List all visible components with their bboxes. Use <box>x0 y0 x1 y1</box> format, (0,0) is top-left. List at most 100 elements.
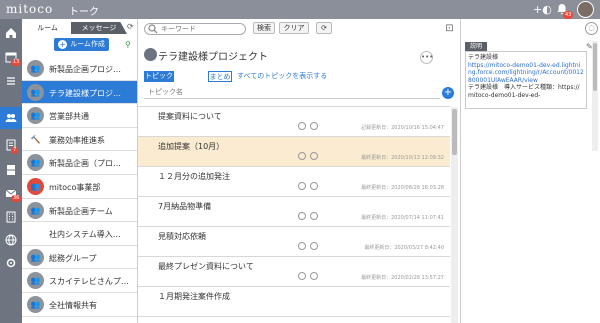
topic-row[interactable]: １２月分の追加発注最終更新日：2020/08/26 16:03:28 <box>138 167 450 197</box>
edit-topic-icon[interactable] <box>298 242 306 250</box>
delete-topic-icon[interactable] <box>310 152 318 160</box>
topic-name-input[interactable] <box>144 87 440 99</box>
panel-scrollbar-thumb[interactable] <box>593 43 597 91</box>
room-avatar-icon: 👥 <box>27 248 44 266</box>
settings-icon[interactable] <box>5 257 17 269</box>
room-item[interactable]: 👥 新製品企画プロジ… <box>22 57 137 81</box>
topic-name: 7月納品物準備 <box>158 202 212 211</box>
room-name: 営業部共通 <box>49 112 89 122</box>
home-icon[interactable] <box>5 27 17 39</box>
show-all-topics-link[interactable]: すべてのトピックを表示する <box>237 71 347 82</box>
description-text: テラ建設様 <box>468 54 499 61</box>
topic-row[interactable]: 7月納品物準備最終更新日：2020/07/14 11:07:41 <box>138 197 450 227</box>
add-topic-button[interactable]: + <box>442 87 454 99</box>
add-user-icon[interactable]: +◐ <box>533 3 552 17</box>
edit-topic-icon[interactable] <box>298 212 306 220</box>
description-box: テラ建設様 https://mitoco-demo01-dev-ed.lightn… <box>465 51 587 109</box>
room-item[interactable]: 🔨 業務効率推進系 <box>22 128 137 152</box>
topic-row[interactable]: 最終プレゼン資料について最終更新日：2020/02/28 13:57:27 <box>138 257 450 287</box>
room-avatar-icon: 👥 <box>27 107 44 125</box>
room-list: 👥 新製品企画プロジ… 👥 テラ建設様プロジ… 👥 営業部共通 🔨 業務効率推進系 👥 新製品企画… <box>22 57 137 317</box>
topic-scrollbar-thumb[interactable] <box>452 109 457 155</box>
todo-icon[interactable] <box>5 75 17 87</box>
delete-topic-icon[interactable] <box>310 212 318 220</box>
room-item[interactable]: 👥 新製品企画チーム <box>22 199 137 223</box>
globe-icon[interactable] <box>5 234 17 246</box>
tab-room[interactable]: ルーム <box>24 22 71 34</box>
room-name: テラ建設様プロジ… <box>49 88 121 98</box>
delete-topic-icon[interactable] <box>310 182 318 190</box>
room-item[interactable]: 👥 営業部共通 <box>22 104 137 128</box>
room-avatar-icon: 👥 <box>27 154 44 172</box>
plus-icon: + <box>58 40 68 49</box>
edit-topic-icon[interactable] <box>298 182 306 190</box>
tab-summary[interactable]: まとめ <box>208 71 232 82</box>
topic-row[interactable]: 提案資料について 記録更新日：2020/10/16 15:04:47 <box>138 107 450 137</box>
topic-name: １２月分の追加発注 <box>158 172 230 181</box>
delete-topic-icon[interactable] <box>310 272 318 280</box>
delete-topic-icon[interactable] <box>310 122 318 130</box>
edit-topic-icon[interactable] <box>298 272 306 280</box>
refresh-icon[interactable]: ⟳ <box>127 22 134 31</box>
room-avatar-icon: 👥 <box>27 177 44 195</box>
room-name: 新製品企画チーム <box>49 206 113 216</box>
topic-row[interactable]: 見積対応依頼 最終更新日：2020/03/27 8:42:40 <box>138 227 450 257</box>
room-name: 業務効率推進系 <box>49 135 105 145</box>
room-avatar-icon: 🔨 <box>27 130 44 148</box>
edit-topic-icon[interactable] <box>298 122 306 130</box>
search-input[interactable] <box>144 23 246 35</box>
more-options-icon[interactable]: ••• <box>420 51 433 64</box>
topic-updated-date: 最終更新日：2020/08/26 16:03:28 <box>361 185 444 191</box>
topic-name: 最終プレゼン資料について <box>158 262 254 271</box>
topic-name: 追加提案（10月） <box>158 142 225 151</box>
project-icon <box>144 48 157 61</box>
tab-message[interactable]: メッセージ <box>71 22 127 34</box>
app-root: mitoco トーク +◐ 43 13 7 36 ルーム メッセージ ⟳ + ル… <box>0 0 600 323</box>
room-item[interactable]: 👥 全社情報共有 <box>22 293 137 317</box>
topic-updated-date: 最終更新日：2020/02/28 13:57:27 <box>361 275 444 281</box>
room-item[interactable]: 👥 新製品企画（プロ… <box>22 151 137 175</box>
tab-topic[interactable]: トピック <box>144 71 174 82</box>
top-bar: mitoco トーク +◐ 43 <box>0 0 600 19</box>
sidebar-tabs: ルーム メッセージ <box>22 22 138 34</box>
room-name: 新製品企画プロジ… <box>49 65 121 74</box>
room-item[interactable]: ✏ 社内システム導入… <box>22 222 137 246</box>
topic-row[interactable]: 追加提案（10月） 最終更新日：2020/10/13 12:09:32 <box>138 137 450 167</box>
note-badge: 7 <box>11 147 19 154</box>
close-panel-icon[interactable]: ◌ <box>585 22 598 35</box>
main-pane: 検索 クリア ⟳ ⊡ テラ建設様プロジェクト ••• トピック まとめ すべての… <box>138 19 460 323</box>
room-name: 社内システム導入… <box>49 230 121 240</box>
description-tab[interactable]: 説明 <box>465 42 487 51</box>
mail-badge: 36 <box>11 195 22 202</box>
room-item[interactable]: 👥 スカイテレビさんプ… <box>22 269 137 293</box>
topic-row[interactable]: １月期発注案件作成 <box>138 287 450 317</box>
room-item[interactable]: 👥 mitoco事業部 <box>22 175 137 199</box>
topic-name: 提案資料について <box>158 112 222 121</box>
room-name: mitoco事業部 <box>49 182 101 192</box>
room-name: スカイテレビさんプ… <box>49 277 129 287</box>
building-icon[interactable] <box>5 211 17 223</box>
room-avatar-icon: 👥 <box>27 60 44 77</box>
calendar-badge: 13 <box>11 59 22 66</box>
panel-toggle-icon[interactable]: ⊡ <box>443 22 456 35</box>
room-sidebar: ルーム メッセージ ⟳ + ルーム作成 ⚲ 👥 新製品企画プロジ… 👥 テラ建設様プロジ… <box>22 19 138 323</box>
paperclip-icon[interactable]: ⚲ <box>125 40 131 49</box>
topic-updated-date: 最終更新日：2020/10/13 12:09:32 <box>361 155 444 161</box>
cabinet-icon[interactable] <box>5 164 17 176</box>
delete-topic-icon[interactable] <box>310 242 318 250</box>
room-item[interactable]: 👥 総務グループ <box>22 246 137 270</box>
clear-button[interactable]: クリア <box>279 22 309 34</box>
reload-button[interactable]: ⟳ <box>316 22 332 34</box>
create-room-button[interactable]: + ルーム作成 <box>54 38 109 51</box>
room-name: 総務グループ <box>49 253 97 263</box>
topic-list: 提案資料について 記録更新日：2020/10/16 15:04:47 追加提案（10… <box>138 106 450 317</box>
room-avatar-icon: 👥 <box>27 272 44 290</box>
topic-name: 見積対応依頼 <box>158 232 206 241</box>
user-avatar[interactable] <box>577 1 594 18</box>
topic-updated-date: 最終更新日：2020/07/14 11:07:41 <box>361 215 444 221</box>
search-button[interactable]: 検索 <box>253 22 275 34</box>
notification-badge: 43 <box>563 11 574 19</box>
edit-topic-icon[interactable] <box>298 152 306 160</box>
description-link[interactable]: https://mitoco-demo01-dev-ed.lightning.f… <box>468 62 584 85</box>
room-item[interactable]: 👥 テラ建設様プロジ… <box>22 80 137 105</box>
